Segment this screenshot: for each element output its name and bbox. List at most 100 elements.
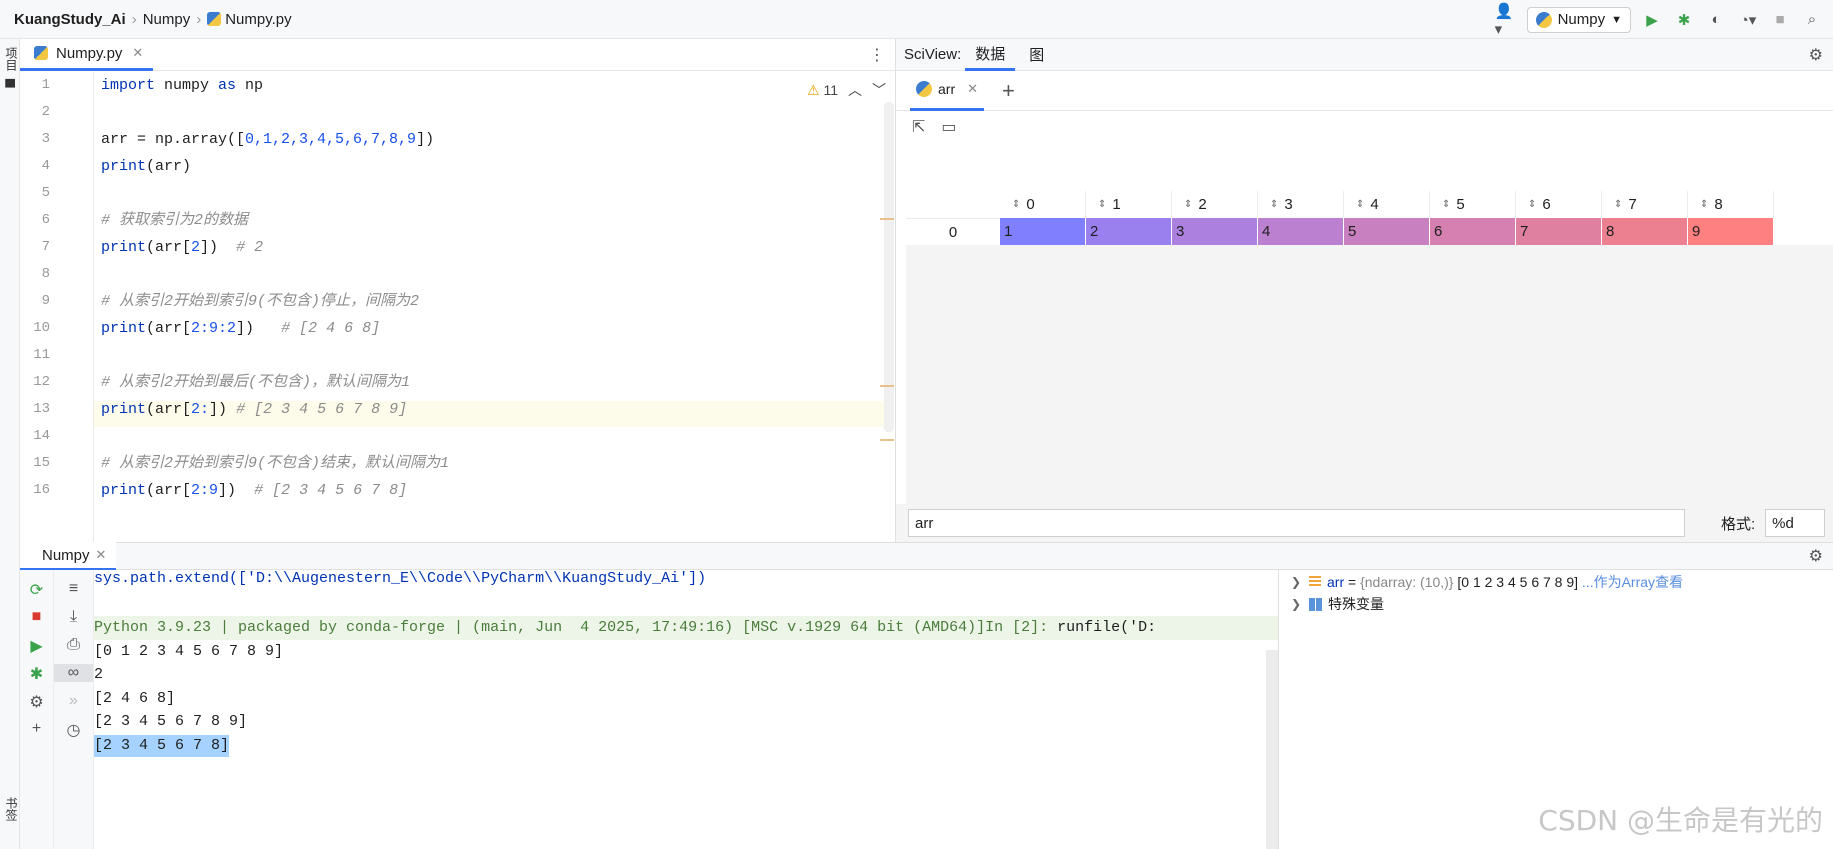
- close-icon[interactable]: ✕: [96, 547, 107, 563]
- chevron-down-icon: ▼: [1611, 13, 1622, 26]
- tab-data[interactable]: 数据: [965, 39, 1016, 71]
- breadcrumb-folder[interactable]: Numpy: [139, 11, 195, 28]
- code-line: print(arr): [101, 158, 192, 175]
- code-line: arr = np.array([0,1,2,3,4,5,6,7,8,9]): [101, 131, 435, 148]
- grid-empty-area: [906, 245, 1833, 541]
- code-area[interactable]: ⚠ 11 ︿ ﹀ 1 2 3 4 5 6 7 8 9 10 11 12 13 1…: [20, 72, 896, 542]
- watermark: CSDN @生命是有光的: [1538, 804, 1823, 837]
- grid-cell[interactable]: 5: [1344, 218, 1430, 245]
- chevron-right-icon: ›: [196, 10, 202, 28]
- column-header[interactable]: ⇕ 7: [1602, 191, 1688, 218]
- search-icon[interactable]: ⌕: [1801, 9, 1823, 31]
- console-output[interactable]: sys.path.extend(['D:\\Augenestern_E\\Cod…: [94, 570, 1278, 849]
- column-header[interactable]: ⇕ 4: [1344, 191, 1430, 218]
- array-icon: [1309, 576, 1321, 588]
- code-line: # 从索引2开始到索引9(不包含)停止，间隔为2: [101, 293, 420, 310]
- warning-count: 11: [823, 81, 838, 98]
- sort-icon: ⇕: [1012, 199, 1021, 210]
- tab-arr[interactable]: arr ✕: [910, 71, 985, 111]
- sciview-toolbar: ⇱ ▭: [896, 111, 1833, 143]
- chevron-down-icon[interactable]: ﹀: [872, 80, 886, 100]
- print-icon[interactable]: ⎙: [54, 636, 93, 654]
- folder-icon[interactable]: ▆: [3, 79, 17, 87]
- column-header[interactable]: ⇕ 0: [1000, 191, 1086, 218]
- special-variables-icon: [1309, 597, 1322, 611]
- stop-icon[interactable]: ■: [20, 608, 53, 626]
- grid-cell[interactable]: 6: [1430, 218, 1516, 245]
- settings-icon[interactable]: ⚙: [20, 692, 53, 712]
- breadcrumb: KuangStudy_Ai › Numpy › Numpy.py: [0, 11, 296, 28]
- stop-icon[interactable]: ■: [1769, 9, 1791, 31]
- profile-icon[interactable]: ◔▾: [1737, 9, 1759, 31]
- history-icon[interactable]: ◷: [54, 720, 93, 740]
- code-line: # 从索引2开始到最后(不包含)，默认间隔为1: [101, 374, 411, 391]
- run-icon[interactable]: ▶: [1641, 9, 1663, 31]
- console-actions: ⟳ ■ ▶ ✱ ⚙ +: [20, 570, 54, 849]
- format-input[interactable]: %d: [1765, 509, 1826, 537]
- window-icon[interactable]: ▭: [941, 117, 956, 137]
- scroll-to-end-icon[interactable]: ⤓: [54, 608, 93, 626]
- breadcrumb-file[interactable]: Numpy.py: [203, 11, 295, 28]
- breadcrumb-project[interactable]: KuangStudy_Ai: [10, 11, 130, 28]
- grid-cell[interactable]: 7: [1516, 218, 1602, 245]
- run-config-select[interactable]: Numpy ▼: [1526, 6, 1631, 33]
- sort-icon: ⇕: [1528, 199, 1537, 210]
- line-number: 7: [41, 239, 50, 255]
- chevron-right-icon[interactable]: ❯: [1291, 597, 1303, 611]
- project-tool-label[interactable]: 项目: [3, 47, 18, 71]
- column-header[interactable]: ⇕ 2: [1172, 191, 1258, 218]
- table-row: 0 1 2 3 4 5 6 7 8 9: [906, 218, 1774, 245]
- inspection-widget[interactable]: ⚠ 11 ︿ ﹀: [807, 80, 886, 100]
- grid-cell[interactable]: 1: [1000, 218, 1086, 245]
- variables-panel: ❯ arr = {ndarray: (10,)} [0 1 2 3 4 5 6 …: [1278, 570, 1833, 849]
- editor-scrollbar[interactable]: [884, 102, 894, 432]
- warning-icon: ⚠: [807, 81, 820, 98]
- tab-console-numpy[interactable]: Numpy ✕: [20, 542, 117, 570]
- open-external-icon[interactable]: ⇱: [912, 117, 925, 137]
- variable-arr[interactable]: ❯ arr = {ndarray: (10,)} [0 1 2 3 4 5 6 …: [1291, 572, 1683, 592]
- grid-cell[interactable]: 2: [1086, 218, 1172, 245]
- debug-icon[interactable]: ✱: [20, 664, 53, 684]
- column-header[interactable]: ⇕ 1: [1086, 191, 1172, 218]
- add-tab-icon[interactable]: +: [1002, 78, 1015, 104]
- line-number: 14: [33, 428, 50, 444]
- variable-special[interactable]: ❯ 特殊变量: [1291, 594, 1384, 614]
- grid-cell[interactable]: 4: [1258, 218, 1344, 245]
- soft-wrap-icon[interactable]: ≡: [54, 580, 93, 598]
- tab-plots[interactable]: 图: [1019, 39, 1054, 71]
- column-header[interactable]: ⇕ 5: [1430, 191, 1516, 218]
- run-icon[interactable]: ▶: [20, 636, 53, 656]
- close-icon[interactable]: ✕: [132, 45, 143, 61]
- gear-icon[interactable]: ⚙: [1809, 546, 1823, 566]
- navigation-bar: KuangStudy_Ai › Numpy › Numpy.py 👤▾ Nump…: [0, 0, 1833, 39]
- add-icon[interactable]: +: [20, 720, 53, 738]
- more-options-icon[interactable]: ⋮: [869, 45, 885, 65]
- console-panel: Numpy ✕ ⚙ ⟳ ■ ▶ ✱ ⚙ + ≡ ⤓ ⎙ ∞ » ◷ sys.pa…: [20, 542, 1833, 849]
- user-icon[interactable]: 👤▾: [1495, 3, 1517, 38]
- close-icon[interactable]: ✕: [967, 81, 978, 97]
- column-header[interactable]: ⇕ 3: [1258, 191, 1344, 218]
- column-header[interactable]: ⇕ 6: [1516, 191, 1602, 218]
- grid-cell[interactable]: 3: [1172, 218, 1258, 245]
- show-variables-icon[interactable]: ∞: [54, 664, 93, 682]
- rerun-icon[interactable]: ⟳: [20, 580, 53, 600]
- console-scrollbar[interactable]: [1266, 650, 1278, 849]
- view-as-array-link[interactable]: ...作为Array查看: [1582, 574, 1683, 590]
- column-header[interactable]: ⇕ 8: [1688, 191, 1774, 218]
- tab-numpy-py[interactable]: Numpy.py ✕: [20, 38, 154, 71]
- execute-icon[interactable]: »: [54, 692, 93, 710]
- expression-input[interactable]: arr: [908, 509, 1685, 537]
- coverage-icon[interactable]: ◐: [1705, 9, 1727, 31]
- grid-cell[interactable]: 8: [1602, 218, 1688, 245]
- debug-icon[interactable]: ✱: [1673, 9, 1695, 31]
- array-tabs: arr ✕ +: [896, 71, 1833, 111]
- grid-cell[interactable]: 9: [1688, 218, 1774, 245]
- code-line: print(arr[2]) # 2: [101, 239, 264, 256]
- gear-icon[interactable]: ⚙: [1809, 45, 1823, 65]
- chevron-right-icon[interactable]: ❯: [1291, 575, 1303, 589]
- chevron-up-icon[interactable]: ︿: [848, 80, 862, 100]
- bookmarks-tool-label[interactable]: 书签: [3, 797, 18, 821]
- line-number: 6: [41, 212, 50, 228]
- sort-icon: ⇕: [1442, 199, 1451, 210]
- console-line-selected: [2 3 4 5 6 7 8]: [94, 735, 230, 757]
